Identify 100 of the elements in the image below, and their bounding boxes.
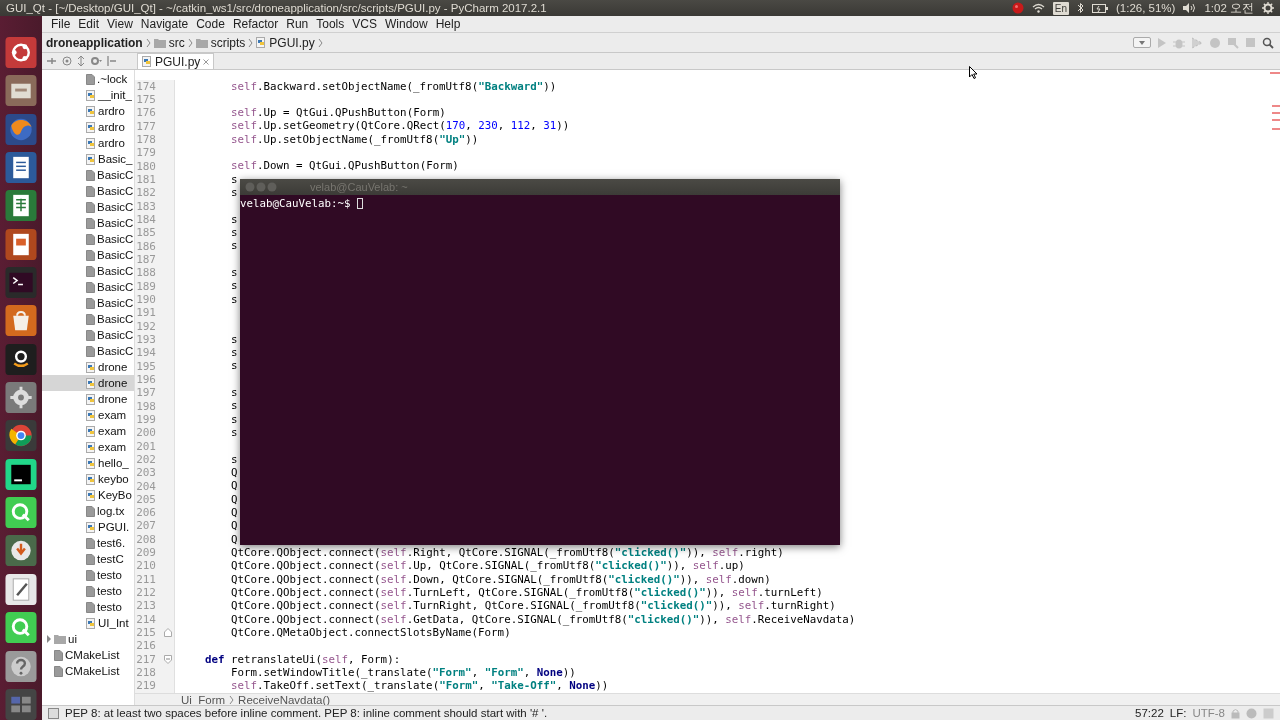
menu-item[interactable]: File: [47, 17, 75, 31]
menu-item[interactable]: Edit: [74, 17, 104, 31]
workspace-icon[interactable]: [5, 688, 37, 720]
menu-item[interactable]: Help: [431, 17, 465, 31]
tree-item[interactable]: keybo: [42, 471, 134, 487]
tree-item[interactable]: exam: [42, 439, 134, 455]
line-number: 214: [135, 612, 156, 626]
close-icon[interactable]: [203, 58, 210, 65]
update-icon[interactable]: [5, 535, 37, 567]
presentation-icon[interactable]: [5, 228, 37, 260]
line-number: 176: [135, 106, 156, 120]
menu-item[interactable]: Refactor: [228, 17, 283, 31]
ubuntu-logo-icon[interactable]: [5, 37, 37, 69]
chevron-icon: [248, 36, 254, 49]
menu-item[interactable]: Tools: [312, 17, 349, 31]
tree-item[interactable]: exam: [42, 423, 134, 439]
qt-icon[interactable]: [5, 497, 37, 529]
tree-item[interactable]: testo: [42, 567, 134, 583]
software-center-icon[interactable]: [5, 305, 37, 337]
tree-item[interactable]: drone: [42, 391, 134, 407]
spreadsheet-icon[interactable]: [5, 190, 37, 222]
tree-item[interactable]: BasicC: [42, 295, 134, 311]
tree-item[interactable]: testC: [42, 551, 134, 567]
menu-item[interactable]: View: [103, 17, 137, 31]
file-icon: [86, 169, 95, 181]
terminal-prompt: velab@CauVelab:~$: [240, 197, 351, 210]
tree-item[interactable]: ui: [42, 631, 134, 647]
browser-icon[interactable]: [5, 113, 37, 145]
tree-item[interactable]: BasicC: [42, 167, 134, 183]
browser-icon[interactable]: [5, 420, 37, 452]
tree-item[interactable]: testo: [42, 583, 134, 599]
tree-item[interactable]: ardro: [42, 103, 134, 119]
tree-item[interactable]: ardro: [42, 119, 134, 135]
tree-item[interactable]: UI_Int: [42, 615, 134, 631]
tree-item[interactable]: drone: [42, 375, 134, 391]
breadcrumb[interactable]: scripts: [195, 35, 246, 50]
text-editor-icon[interactable]: [5, 573, 37, 605]
tree-item[interactable]: BasicC: [42, 231, 134, 247]
tree-item[interactable]: BasicC: [42, 247, 134, 263]
code-editor-icon[interactable]: [5, 458, 37, 490]
tree-item[interactable]: KeyBo: [42, 487, 134, 503]
settings-icon[interactable]: [5, 382, 37, 414]
file-icon: [54, 649, 63, 661]
line-separator[interactable]: LF:: [1169, 707, 1187, 719]
code-line: self.Up.setObjectName(_fromUtf8("Up")): [230, 132, 479, 146]
code-breadcrumb[interactable]: ReceiveNavdata(): [238, 693, 331, 706]
qt-icon[interactable]: [5, 612, 37, 644]
collapsed-arrow-icon[interactable]: [46, 635, 52, 643]
tree-item[interactable]: hello_: [42, 455, 134, 471]
tree-item[interactable]: BasicC: [42, 199, 134, 215]
tree-item[interactable]: __init_: [42, 87, 134, 103]
tree-item[interactable]: BasicC: [42, 279, 134, 295]
document-icon[interactable]: [5, 152, 37, 184]
fold-marker-icon[interactable]: [164, 654, 172, 664]
tree-item[interactable]: BasicC: [42, 311, 134, 327]
code-line: Q: [230, 466, 238, 479]
files-icon[interactable]: [5, 75, 37, 107]
line-number: 212: [135, 586, 156, 600]
run-configuration-dropdown[interactable]: [1133, 37, 1151, 48]
line-number: 187: [135, 252, 156, 266]
breadcrumb[interactable]: droneapplication: [46, 35, 143, 50]
keyboard-layout[interactable]: En: [1052, 1, 1069, 15]
settings-icon: [1262, 2, 1274, 14]
tree-item[interactable]: test6.: [42, 535, 134, 551]
python-file-icon: [86, 393, 96, 405]
help-icon[interactable]: [5, 650, 37, 682]
tree-item[interactable]: BasicC: [42, 263, 134, 279]
line-number: 205: [135, 492, 156, 506]
editor-tab[interactable]: PGUI.py: [137, 53, 215, 69]
tree-item[interactable]: exam: [42, 407, 134, 423]
tree-item[interactable]: BasicC: [42, 183, 134, 199]
tree-item[interactable]: BasicC: [42, 343, 134, 359]
tree-item[interactable]: BasicC: [42, 215, 134, 231]
tree-item[interactable]: drone: [42, 359, 134, 375]
file-icon: [86, 553, 95, 565]
menu-item[interactable]: Navigate: [136, 17, 193, 31]
code-line: self.Down = QtGui.QPushButton(Form): [230, 159, 459, 173]
menu-item[interactable]: Window: [380, 17, 432, 31]
tree-item[interactable]: CMakeList: [42, 647, 134, 663]
tree-item[interactable]: testo: [42, 599, 134, 615]
menu-item[interactable]: VCS: [348, 17, 381, 31]
fold-marker-icon[interactable]: [164, 628, 172, 638]
terminal-icon[interactable]: [5, 267, 37, 299]
wifi-icon: [1031, 3, 1045, 13]
clock[interactable]: 1:02 오전: [1204, 0, 1254, 16]
caret-position[interactable]: 57:22: [1135, 707, 1164, 719]
menu-item[interactable]: Run: [282, 17, 313, 31]
tree-item[interactable]: PGUI.: [42, 519, 134, 535]
tree-item[interactable]: .~lock: [42, 71, 134, 87]
tree-item[interactable]: ardro: [42, 135, 134, 151]
shopping-icon[interactable]: [5, 343, 37, 375]
menu-item[interactable]: Code: [192, 17, 229, 31]
line-number: 209: [135, 546, 156, 560]
folder-icon: [54, 634, 66, 644]
tree-item[interactable]: BasicC: [42, 327, 134, 343]
tree-item[interactable]: Basic_: [42, 151, 134, 167]
breadcrumb[interactable]: PGUI.py: [256, 35, 315, 50]
tree-item[interactable]: CMakeList: [42, 663, 134, 679]
tree-item[interactable]: log.tx: [42, 503, 134, 519]
breadcrumb[interactable]: src: [153, 35, 185, 50]
